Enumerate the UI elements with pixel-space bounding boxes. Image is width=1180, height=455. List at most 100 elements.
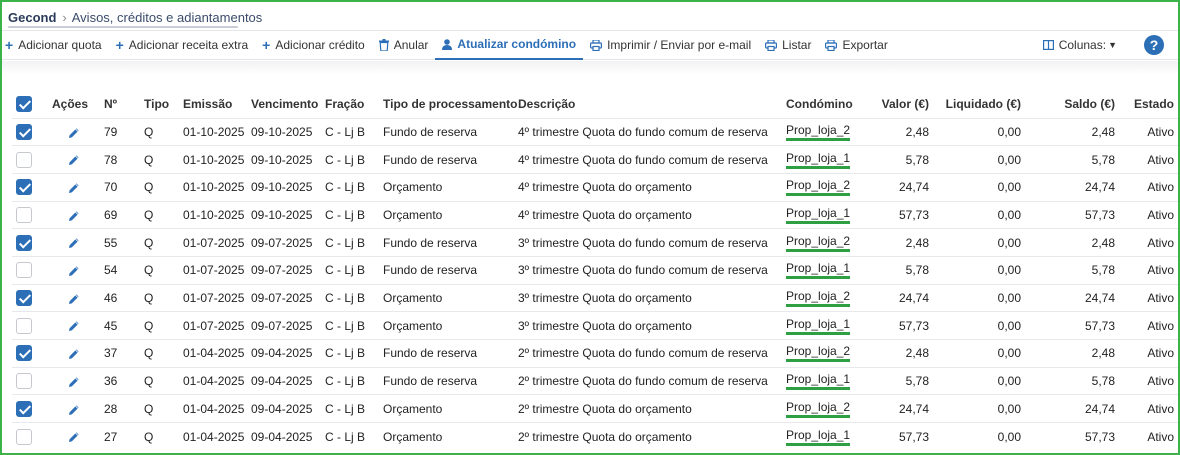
export-button[interactable]: Exportar: [818, 31, 894, 60]
col-emissao[interactable]: Emissão: [179, 90, 247, 118]
cell-saldo: 57,73: [1025, 200, 1119, 229]
row-checkbox[interactable]: [16, 262, 32, 279]
pencil-icon[interactable]: [68, 180, 80, 194]
printer-icon: [825, 39, 838, 51]
row-checkbox[interactable]: [16, 123, 32, 140]
table-row[interactable]: 36 Q 01-04-2025 09-04-2025 C - Lj B Fundo de …: [12, 366, 1178, 395]
col-descricao[interactable]: Descrição: [514, 90, 782, 118]
columns-label: Colunas:: [1058, 38, 1107, 52]
cell-fracao: C - Lj B: [321, 422, 379, 451]
cell-fracao: C - Lj B: [321, 366, 379, 395]
columns-dropdown[interactable]: Colunas: ▼: [1040, 31, 1124, 60]
cell-emissao: 01-10-2025: [179, 117, 247, 146]
update-condo-label: Atualizar condómino: [457, 37, 577, 51]
pencil-icon[interactable]: [68, 402, 80, 416]
cell-emissao: 01-04-2025: [179, 394, 247, 423]
row-checkbox[interactable]: [16, 345, 32, 362]
table-row[interactable]: 45 Q 01-07-2025 09-07-2025 C - Lj B Orçamento…: [12, 311, 1178, 340]
table-row[interactable]: 37 Q 01-04-2025 09-04-2025 C - Lj B Fundo de …: [12, 339, 1178, 368]
add-credit-label: Adicionar crédito: [275, 38, 365, 52]
add-quota-button[interactable]: + Adicionar quota: [2, 31, 109, 60]
cell-num: 54: [100, 255, 140, 285]
row-checkbox[interactable]: [16, 400, 32, 417]
cell-estado: Ativo: [1119, 311, 1178, 340]
table-row[interactable]: 70 Q 01-10-2025 09-10-2025 C - Lj B Orçamento…: [12, 172, 1178, 202]
pencil-icon[interactable]: [68, 153, 80, 167]
add-credit-button[interactable]: + Adicionar crédito: [255, 31, 372, 60]
cell-vencimento: 09-04-2025: [247, 422, 321, 451]
select-cell: [12, 366, 48, 395]
select-cell: [12, 200, 48, 229]
pencil-icon[interactable]: [68, 291, 80, 305]
cell-descricao: 3º trimestre Quota do orçamento: [514, 311, 782, 340]
actions-cell: [48, 145, 100, 174]
col-num[interactable]: Nº: [100, 90, 140, 118]
table-row[interactable]: 27 Q 01-04-2025 09-04-2025 C - Lj B Orçamento…: [12, 422, 1178, 451]
table-row[interactable]: 69 Q 01-10-2025 09-10-2025 C - Lj B Orçamento…: [12, 200, 1178, 229]
row-checkbox[interactable]: [16, 151, 32, 168]
update-condo-button[interactable]: Atualizar condómino: [435, 31, 584, 60]
help-icon[interactable]: ?: [1144, 35, 1164, 55]
condomino-highlight: Prop_loja_2: [786, 234, 851, 252]
pencil-icon[interactable]: [68, 263, 80, 277]
breadcrumb: Gecond › Avisos, créditos e adiantamento…: [8, 8, 262, 26]
cancel-button[interactable]: Anular: [372, 31, 436, 60]
cell-tipo-processamento: Orçamento: [379, 394, 514, 423]
cell-saldo: 57,73: [1025, 422, 1119, 451]
cell-emissao: 01-10-2025: [179, 200, 247, 229]
cell-vencimento: 09-04-2025: [247, 394, 321, 423]
cell-fracao: C - Lj B: [321, 172, 379, 202]
table-row[interactable]: 28 Q 01-04-2025 09-04-2025 C - Lj B Orçamento…: [12, 394, 1178, 423]
columns-icon: [1042, 40, 1054, 50]
row-checkbox[interactable]: [16, 317, 32, 334]
cell-saldo: 5,78: [1025, 366, 1119, 395]
cell-saldo: 5,78: [1025, 255, 1119, 285]
table-row[interactable]: 78 Q 01-10-2025 09-10-2025 C - Lj B Fundo de …: [12, 145, 1178, 174]
pencil-icon[interactable]: [68, 346, 80, 360]
list-button[interactable]: Listar: [758, 31, 818, 60]
cell-estado: Ativo: [1119, 394, 1178, 423]
cell-condomino: Prop_loja_2: [782, 283, 862, 312]
pencil-icon[interactable]: [68, 208, 80, 222]
condomino-highlight: Prop_loja_2: [786, 179, 851, 197]
table-row[interactable]: 46 Q 01-07-2025 09-07-2025 C - Lj B Orçamento…: [12, 283, 1178, 312]
col-tipo-processamento[interactable]: Tipo de processamento: [379, 90, 517, 118]
table-row[interactable]: 54 Q 01-07-2025 09-07-2025 C - Lj B Fundo de …: [12, 255, 1178, 285]
row-checkbox[interactable]: [16, 289, 32, 306]
row-checkbox[interactable]: [16, 428, 32, 445]
col-fracao[interactable]: Fração: [321, 90, 379, 118]
cell-emissao: 01-07-2025: [179, 255, 247, 285]
pencil-icon[interactable]: [68, 430, 80, 444]
cell-estado: Ativo: [1119, 145, 1178, 174]
cell-liquidado: 0,00: [933, 228, 1025, 257]
row-checkbox[interactable]: [16, 373, 32, 390]
actions-cell: [48, 283, 100, 312]
row-checkbox[interactable]: [16, 234, 32, 251]
add-extra-revenue-button[interactable]: + Adicionar receita extra: [109, 31, 256, 60]
col-saldo[interactable]: Saldo (€): [1025, 90, 1119, 118]
breadcrumb-root[interactable]: Gecond: [8, 10, 56, 25]
row-checkbox[interactable]: [16, 206, 32, 223]
col-valor[interactable]: Valor (€): [862, 90, 933, 118]
row-checkbox[interactable]: [16, 179, 32, 196]
cell-liquidado: 0,00: [933, 311, 1025, 340]
col-liquidado[interactable]: Liquidado (€): [933, 90, 1025, 118]
print-email-button[interactable]: Imprimir / Enviar por e-mail: [583, 31, 758, 60]
col-estado[interactable]: Estado: [1119, 90, 1178, 118]
actions-cell: [48, 311, 100, 340]
plus-icon: +: [5, 37, 14, 53]
table-row[interactable]: 79 Q 01-10-2025 09-10-2025 C - Lj B Fundo de …: [12, 117, 1178, 146]
select-all-checkbox[interactable]: [16, 95, 32, 112]
pencil-icon[interactable]: [68, 319, 80, 333]
cancel-label: Anular: [393, 38, 429, 52]
col-vencimento[interactable]: Vencimento: [247, 90, 321, 118]
pencil-icon[interactable]: [68, 236, 80, 250]
cell-tipo-processamento: Orçamento: [379, 283, 514, 312]
pencil-icon[interactable]: [68, 125, 80, 139]
pencil-icon[interactable]: [68, 374, 80, 388]
col-tipo[interactable]: Tipo: [140, 90, 179, 118]
table-row[interactable]: 55 Q 01-07-2025 09-07-2025 C - Lj B Fundo de …: [12, 228, 1178, 257]
condomino-highlight: Prop_loja_1: [786, 206, 851, 224]
cell-descricao: 4º trimestre Quota do fundo comum de res…: [514, 117, 782, 146]
col-condomino[interactable]: Condómino: [782, 90, 862, 118]
